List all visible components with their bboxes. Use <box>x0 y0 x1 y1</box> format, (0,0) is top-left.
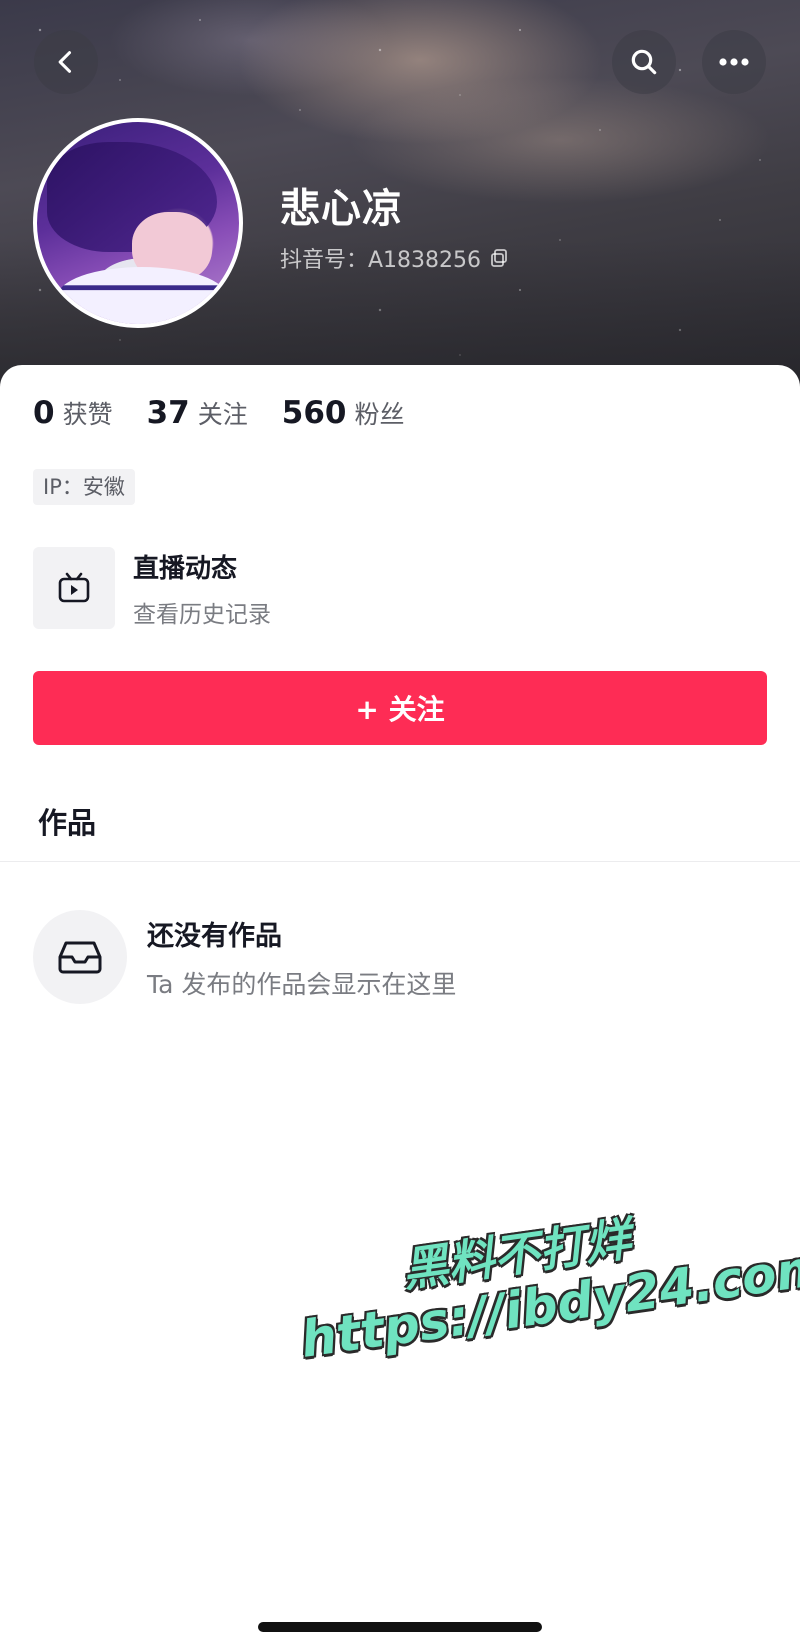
tab-divider <box>0 861 800 862</box>
inbox-tray-icon <box>58 941 102 974</box>
profile-page: 悲心凉 抖音号：A1838256 0 获赞 37 关注 560 粉丝 IP：安徽… <box>0 0 800 1651</box>
empty-subtitle: Ta 发布的作品会显示在这里 <box>147 969 457 999</box>
tv-play-icon <box>58 572 90 603</box>
profile-sheet: 0 获赞 37 关注 560 粉丝 IP：安徽 直播动态 查看历史记录 + 关注… <box>0 365 800 1651</box>
tab-works[interactable]: 作品 <box>38 800 96 842</box>
follow-button[interactable]: + 关注 <box>33 671 767 745</box>
back-button[interactable] <box>34 30 98 94</box>
stat-following[interactable]: 37 关注 <box>147 395 248 431</box>
stat-followers-label: 粉丝 <box>354 400 405 429</box>
stat-followers-value: 560 <box>281 395 347 431</box>
nickname: 悲心凉 <box>280 186 403 232</box>
live-icon-box <box>33 547 115 629</box>
profile-header: 悲心凉 抖音号：A1838256 <box>0 0 800 400</box>
search-button[interactable] <box>612 30 676 94</box>
douyin-id-text: 抖音号：A1838256 <box>280 248 482 273</box>
stat-likes-label: 获赞 <box>62 400 113 429</box>
empty-state: 还没有作品 Ta 发布的作品会显示在这里 <box>33 910 456 1004</box>
copy-icon[interactable] <box>489 248 509 268</box>
live-subtitle: 查看历史记录 <box>133 601 271 628</box>
ip-location-tag: IP：安徽 <box>33 469 135 505</box>
search-icon <box>631 49 657 75</box>
chevron-left-icon <box>58 51 72 73</box>
more-button[interactable] <box>702 30 766 94</box>
home-indicator[interactable] <box>258 1622 542 1632</box>
live-title: 直播动态 <box>133 553 238 584</box>
live-history-entry[interactable]: 直播动态 查看历史记录 <box>33 547 271 629</box>
empty-icon-circle <box>33 910 127 1004</box>
more-dots-icon <box>719 58 749 66</box>
empty-title: 还没有作品 <box>147 920 282 952</box>
stat-following-label: 关注 <box>197 400 248 429</box>
stat-likes-value: 0 <box>33 395 55 431</box>
avatar[interactable] <box>33 118 243 328</box>
stats-row: 0 获赞 37 关注 560 粉丝 <box>33 395 404 431</box>
stat-followers[interactable]: 560 粉丝 <box>282 395 405 431</box>
douyin-id-row[interactable]: 抖音号：A1838256 <box>280 242 509 274</box>
stat-likes[interactable]: 0 获赞 <box>33 395 113 431</box>
stat-following-value: 37 <box>146 395 190 431</box>
